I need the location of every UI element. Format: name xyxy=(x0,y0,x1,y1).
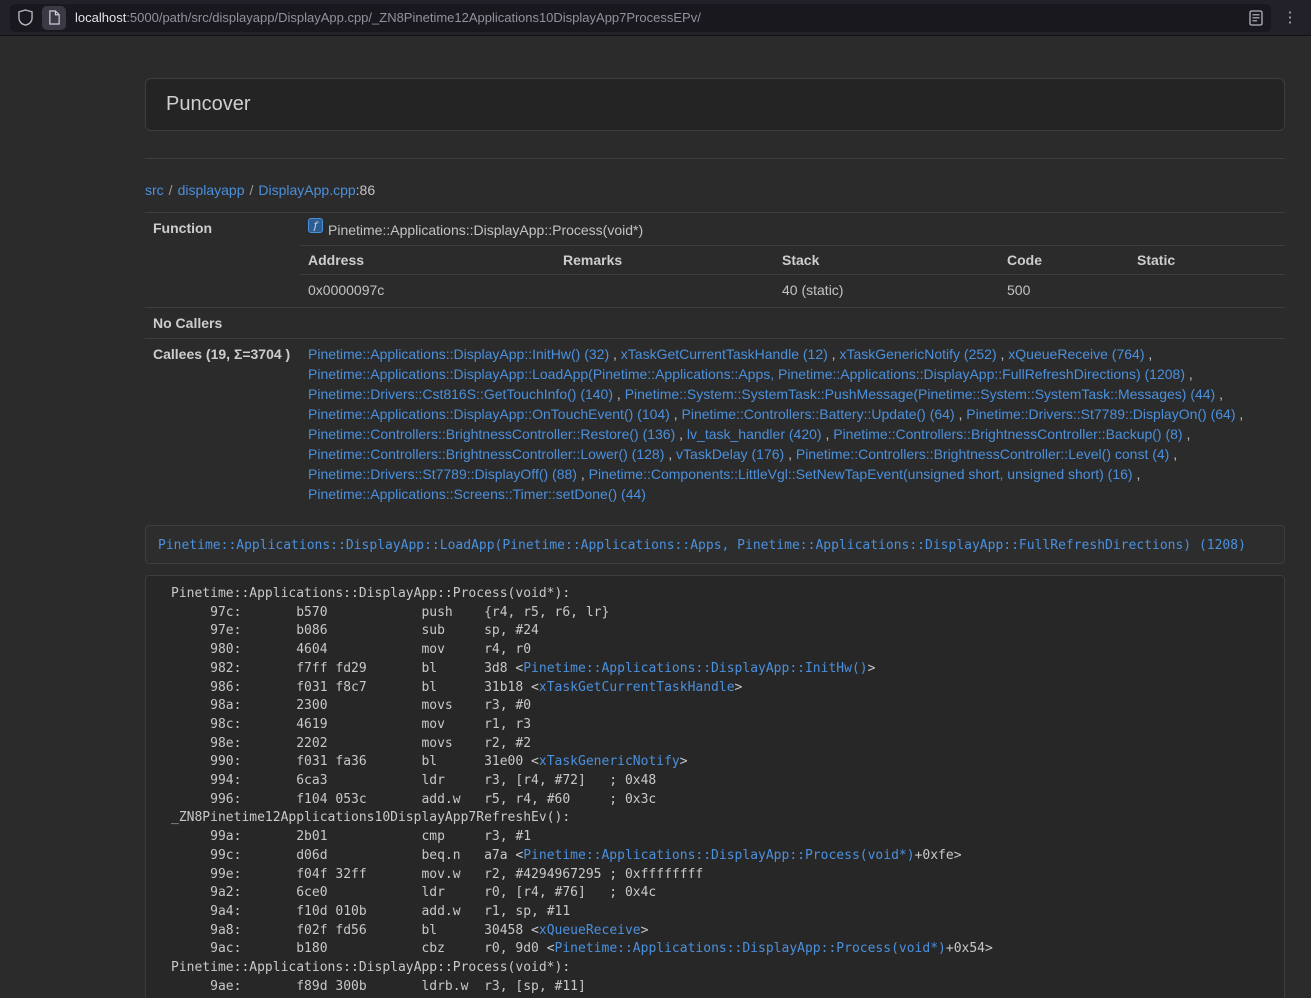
url-bar[interactable]: localhost:5000/path/src/displayapp/Displ… xyxy=(10,4,1271,32)
col-header-address: Address xyxy=(300,246,555,275)
page-title: Puncover xyxy=(166,93,1264,116)
callee-separator: , xyxy=(577,466,589,482)
callee-separator: , xyxy=(609,346,621,362)
cell-code: 500 xyxy=(999,275,1129,306)
breadcrumb-separator: / xyxy=(250,182,254,198)
callee-link[interactable]: Pinetime::Applications::DisplayApp::Init… xyxy=(308,346,609,362)
callee-symbol-panel: Pinetime::Applications::DisplayApp::Load… xyxy=(145,525,1285,564)
callee-link[interactable]: Pinetime::Applications::DisplayApp::OnTo… xyxy=(308,406,670,422)
stats-row: 0x0000097c 40 (static) 500 xyxy=(300,275,1285,306)
col-header-static: Static xyxy=(1129,246,1285,275)
breadcrumb: src/displayapp/DisplayApp.cpp:86 xyxy=(145,180,1285,200)
breadcrumb-link-displayapp[interactable]: displayapp xyxy=(178,182,245,198)
disassembly-symbol-link[interactable]: Pinetime::Applications::DisplayApp::Proc… xyxy=(555,941,946,956)
page-identity-button[interactable] xyxy=(42,6,66,30)
browser-chrome: localhost:5000/path/src/displayapp/Displ… xyxy=(0,0,1311,36)
callee-separator: , xyxy=(955,406,967,422)
app-header: Puncover xyxy=(145,78,1285,131)
function-type-icon: f xyxy=(308,218,323,238)
callee-separator: , xyxy=(1169,446,1177,462)
disassembly-symbol-link[interactable]: Pinetime::Applications::DisplayApp::Init… xyxy=(523,661,867,676)
callee-link[interactable]: Pinetime::Controllers::BrightnessControl… xyxy=(308,446,664,462)
callee-separator: , xyxy=(784,446,796,462)
callee-link[interactable]: Pinetime::Drivers::St7789::DisplayOn() (… xyxy=(966,406,1235,422)
no-callers-row: No Callers xyxy=(145,308,1285,339)
callee-link[interactable]: lv_task_handler (420) xyxy=(687,426,822,442)
breadcrumb-separator: / xyxy=(169,182,173,198)
callee-separator: , xyxy=(822,426,834,442)
callee-link[interactable]: Pinetime::Controllers::BrightnessControl… xyxy=(308,426,675,442)
callee-link[interactable]: Pinetime::Applications::Screens::Timer::… xyxy=(308,486,646,502)
callee-separator: , xyxy=(828,346,840,362)
callee-separator: , xyxy=(675,426,687,442)
no-callers-label: No Callers xyxy=(145,308,300,339)
callee-separator: , xyxy=(1215,386,1223,402)
callee-separator: , xyxy=(1144,346,1152,362)
function-symbol-name: Pinetime::Applications::DisplayApp::Proc… xyxy=(328,222,643,238)
callee-link[interactable]: xTaskGenericNotify (252) xyxy=(839,346,996,362)
callee-link[interactable]: Pinetime::Components::LittleVgl::SetNewT… xyxy=(589,466,1133,482)
callees-cell: Pinetime::Applications::DisplayApp::Init… xyxy=(300,339,1285,510)
cell-static xyxy=(1129,275,1285,306)
callee-link[interactable]: xTaskGetCurrentTaskHandle (12) xyxy=(621,346,828,362)
col-header-stack: Stack xyxy=(774,246,999,275)
callee-link[interactable]: Pinetime::Drivers::Cst816S::GetTouchInfo… xyxy=(308,386,613,402)
breadcrumb-link-file[interactable]: DisplayApp.cpp xyxy=(258,182,355,198)
callees-label: Callees (19, Σ=3704 ) xyxy=(145,339,300,510)
disassembly-symbol-link[interactable]: Pinetime::Applications::DisplayApp::Proc… xyxy=(523,848,914,863)
puncover-page: Puncover src/displayapp/DisplayApp.cpp:8… xyxy=(0,36,1311,998)
callee-separator: , xyxy=(613,386,625,402)
cell-remarks xyxy=(555,275,774,306)
callee-link[interactable]: Pinetime::System::SystemTask::PushMessag… xyxy=(625,386,1216,402)
col-header-remarks: Remarks xyxy=(555,246,774,275)
breadcrumb-link-src[interactable]: src xyxy=(145,182,164,198)
empty-label-cell xyxy=(145,245,300,308)
callee-link[interactable]: Pinetime::Controllers::BrightnessControl… xyxy=(833,426,1182,442)
disassembly-pre: Pinetime::Applications::DisplayApp::Proc… xyxy=(146,576,1284,998)
callee-separator: , xyxy=(997,346,1009,362)
callee-separator: , xyxy=(670,406,682,422)
cell-stack: 40 (static) xyxy=(774,275,999,306)
cell-address: 0x0000097c xyxy=(300,275,555,306)
callee-link[interactable]: Pinetime::Drivers::St7789::DisplayOff() … xyxy=(308,466,577,482)
function-row: Function f Pinetime::Applications::Displ… xyxy=(145,213,1285,246)
no-callers-cell xyxy=(300,308,1285,339)
callee-panel-heading-link[interactable]: Pinetime::Applications::DisplayApp::Load… xyxy=(158,538,1246,553)
callee-separator: , xyxy=(1183,426,1191,442)
callee-separator: , xyxy=(1133,466,1141,482)
callee-link[interactable]: Pinetime::Controllers::Battery::Update()… xyxy=(682,406,955,422)
callee-separator: , xyxy=(1236,406,1244,422)
callee-link[interactable]: Pinetime::Controllers::BrightnessControl… xyxy=(796,446,1169,462)
divider xyxy=(145,158,1285,159)
url-host: localhost xyxy=(75,10,126,25)
col-header-code: Code xyxy=(999,246,1129,275)
disassembly-symbol-link[interactable]: xQueueReceive xyxy=(539,923,641,938)
disassembly-panel: Pinetime::Applications::DisplayApp::Proc… xyxy=(145,575,1285,998)
menu-kebab-icon[interactable]: ⋮ xyxy=(1279,10,1301,25)
callee-separator: , xyxy=(1185,366,1193,382)
page-icon xyxy=(48,10,61,25)
callees-row: Callees (19, Σ=3704 ) Pinetime::Applicat… xyxy=(145,339,1285,510)
url-path: :5000/path/src/displayapp/DisplayApp.cpp… xyxy=(126,10,701,25)
breadcrumb-line-number: :86 xyxy=(356,182,375,198)
shield-icon[interactable] xyxy=(18,9,33,26)
callees-list: Pinetime::Applications::DisplayApp::Init… xyxy=(308,344,1277,504)
callee-separator: , xyxy=(664,446,676,462)
callee-link[interactable]: Pinetime::Applications::DisplayApp::Load… xyxy=(308,366,1185,382)
disassembly-symbol-link[interactable]: xTaskGenericNotify xyxy=(539,754,680,769)
reader-mode-icon[interactable] xyxy=(1249,10,1263,26)
function-row-label: Function xyxy=(145,213,300,246)
disassembly-symbol-link[interactable]: xTaskGetCurrentTaskHandle xyxy=(539,680,735,695)
stats-table-cell: Address Remarks Stack Code Static 0x0000… xyxy=(300,245,1285,308)
stats-table: Address Remarks Stack Code Static 0x0000… xyxy=(300,245,1285,305)
callee-link[interactable]: vTaskDelay (176) xyxy=(676,446,784,462)
function-info-table: Function f Pinetime::Applications::Displ… xyxy=(145,212,1285,509)
url-text: localhost:5000/path/src/displayapp/Displ… xyxy=(75,10,1240,25)
function-stats-row: Address Remarks Stack Code Static 0x0000… xyxy=(145,245,1285,308)
function-symbol-cell: f Pinetime::Applications::DisplayApp::Pr… xyxy=(300,213,1285,246)
callee-link[interactable]: xQueueReceive (764) xyxy=(1008,346,1144,362)
